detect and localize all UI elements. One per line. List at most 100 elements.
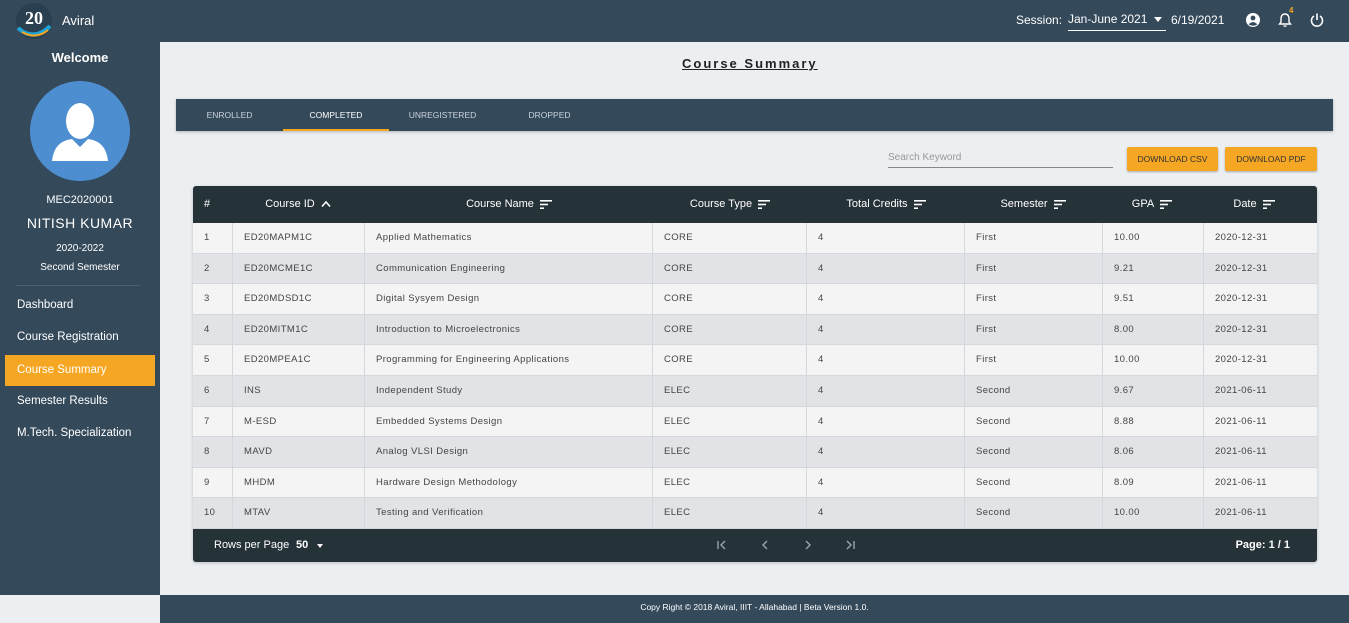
footer: Copy Right © 2018 Aviral, IIIT - Allahab…: [160, 595, 1349, 623]
user-silhouette-icon: [52, 103, 108, 161]
sidebar-item-mtech-specialization[interactable]: M.Tech. Specialization: [5, 418, 155, 449]
session-label: Session:: [1016, 13, 1063, 27]
cell-semester: First: [965, 345, 1103, 376]
session-value: Jan-June 2021: [1068, 12, 1148, 26]
tab-dropped[interactable]: DROPPED: [496, 99, 603, 131]
sidebar-divider: [16, 285, 140, 286]
cell-course-id: INS: [233, 376, 365, 406]
cell-course-id: ED20MDSD1C: [233, 284, 365, 315]
cell-index: 9: [193, 467, 233, 498]
first-page-icon[interactable]: [715, 538, 729, 552]
sidebar-item-dashboard[interactable]: Dashboard: [5, 290, 155, 321]
rows-per-page-select[interactable]: 50: [296, 539, 308, 551]
last-page-icon[interactable]: [843, 538, 857, 552]
column-header-label: Semester: [1000, 198, 1048, 210]
sort-icon: [758, 199, 771, 209]
table-row[interactable]: 3 ED20MDSD1C Digital Sysyem Design CORE 4 Fir…: [193, 284, 1317, 315]
next-page-icon[interactable]: [801, 538, 815, 552]
welcome-heading: Welcome: [51, 50, 109, 65]
column-header-index[interactable]: #: [193, 186, 221, 223]
avatar: [30, 81, 130, 181]
cell-semester: First: [965, 314, 1103, 345]
column-header-total-credits[interactable]: Total Credits: [807, 186, 965, 223]
cell-date: 2020-12-31: [1215, 323, 1268, 335]
current-date: 6/19/2021: [1171, 13, 1225, 27]
cell-course-type: ELEC: [653, 467, 807, 498]
course-table: # Course ID Course Name Course Type Tota…: [193, 186, 1317, 562]
cell-total-credits: 4: [807, 253, 965, 284]
table-row[interactable]: 6 INS Independent Study ELEC 4 Second 9.67 2021…: [193, 376, 1317, 407]
table-row[interactable]: 2 ED20MCME1C Communication Engineering CORE…: [193, 253, 1317, 285]
table-header: # Course ID Course Name Course Type Tota…: [193, 186, 1317, 223]
cell-date: 2021-06-11: [1215, 385, 1267, 396]
cell-course-type: ELEC: [653, 498, 807, 529]
column-header-label: Course Name: [466, 198, 534, 210]
column-header-course-type[interactable]: Course Type: [653, 186, 807, 223]
cell-total-credits: 4: [807, 314, 965, 345]
cell-semester: Second: [965, 498, 1103, 529]
session-dropdown[interactable]: Jan-June 2021: [1068, 11, 1166, 31]
table-row[interactable]: 9 MHDM Hardware Design Methodology ELEC 4 Sec…: [193, 467, 1317, 499]
cell-total-credits: 4: [807, 345, 965, 376]
user-name: NITISH KUMAR: [26, 215, 134, 231]
table-row[interactable]: 5 ED20MPEA1C Programming for Engineering A…: [193, 345, 1317, 376]
cell-course-id: ED20MPEA1C: [233, 345, 365, 376]
cell-course-type: CORE: [653, 314, 807, 345]
tab-enrolled[interactable]: ENROLLED: [176, 99, 283, 131]
cell-total-credits: 4: [807, 467, 965, 498]
aviral-logo-icon: 20: [16, 3, 52, 39]
cell-gpa: 9.67: [1103, 376, 1204, 406]
column-header-semester[interactable]: Semester: [965, 186, 1101, 223]
account-icon[interactable]: [1245, 12, 1261, 28]
tab-unregistered[interactable]: UNREGISTERED: [389, 99, 496, 131]
column-header-gpa[interactable]: GPA: [1101, 186, 1203, 223]
chevron-down-icon[interactable]: [317, 544, 323, 548]
cell-course-name: Communication Engineering: [365, 253, 653, 284]
cell-course-type: CORE: [653, 284, 807, 315]
user-semester: Second Semester: [40, 262, 120, 273]
table-row[interactable]: 10 MTAV Testing and Verification ELEC 4 Secon…: [193, 498, 1317, 529]
cell-index: 1: [193, 223, 233, 253]
download-csv-button[interactable]: DOWNLOAD CSV: [1127, 147, 1218, 171]
search-input[interactable]: [888, 147, 1113, 168]
cell-course-name: Applied Mathematics: [365, 223, 653, 253]
sort-ascending-icon: [321, 200, 331, 208]
cell-semester: Second: [965, 467, 1103, 498]
cell-course-id: ED20MCME1C: [233, 253, 365, 284]
table-row[interactable]: 4 ED20MITM1C Introduction to Microelectron…: [193, 314, 1317, 346]
previous-page-icon[interactable]: [758, 538, 772, 552]
sidebar-item-course-summary[interactable]: Course Summary: [5, 355, 155, 386]
app-title: Aviral: [62, 13, 95, 28]
column-header-label: Course ID: [265, 198, 315, 210]
column-header-label: GPA: [1131, 198, 1155, 210]
cell-course-type: CORE: [653, 253, 807, 284]
cell-gpa: 8.00: [1103, 314, 1204, 345]
cell-date: 2021-06-11: [1215, 415, 1267, 427]
cell-course-name: Analog VLSI Design: [365, 437, 653, 468]
sidebar-item-semester-results[interactable]: Semester Results: [5, 386, 155, 417]
column-header-course-id[interactable]: Course ID: [233, 186, 363, 223]
sort-icon: [539, 199, 552, 209]
search-field: [888, 147, 1113, 168]
cell-gpa: 9.51: [1103, 284, 1204, 315]
table-row[interactable]: 8 MAVD Analog VLSI Design ELEC 4 Second 8.06 20…: [193, 437, 1317, 468]
cell-semester: Second: [965, 437, 1103, 468]
table-row[interactable]: 1 ED20MAPM1C Applied Mathematics CORE 4 First…: [193, 223, 1317, 254]
logo-text: 20: [25, 8, 43, 28]
table-row[interactable]: 7 M-ESD Embedded Systems Design ELEC 4 Second…: [193, 406, 1317, 438]
sort-icon: [1160, 199, 1173, 209]
user-id: MEC2020001: [46, 194, 114, 206]
notification-badge: 4: [1289, 6, 1294, 15]
cell-index: 2: [193, 253, 233, 284]
column-header-date[interactable]: Date: [1203, 186, 1305, 223]
cell-date: 2021-06-11: [1215, 507, 1267, 519]
table-footer: Rows per Page 50 Page: 1 / 1: [193, 529, 1317, 562]
download-pdf-button[interactable]: DOWNLOAD PDF: [1225, 147, 1317, 171]
cell-course-id: MHDM: [233, 467, 365, 498]
cell-course-type: ELEC: [653, 406, 807, 437]
cell-gpa: 10.00: [1103, 223, 1204, 253]
column-header-course-name[interactable]: Course Name: [365, 186, 653, 223]
power-icon[interactable]: [1309, 12, 1325, 28]
sidebar-item-course-registration[interactable]: Course Registration: [5, 322, 155, 353]
tab-completed[interactable]: COMPLETED: [283, 99, 389, 131]
